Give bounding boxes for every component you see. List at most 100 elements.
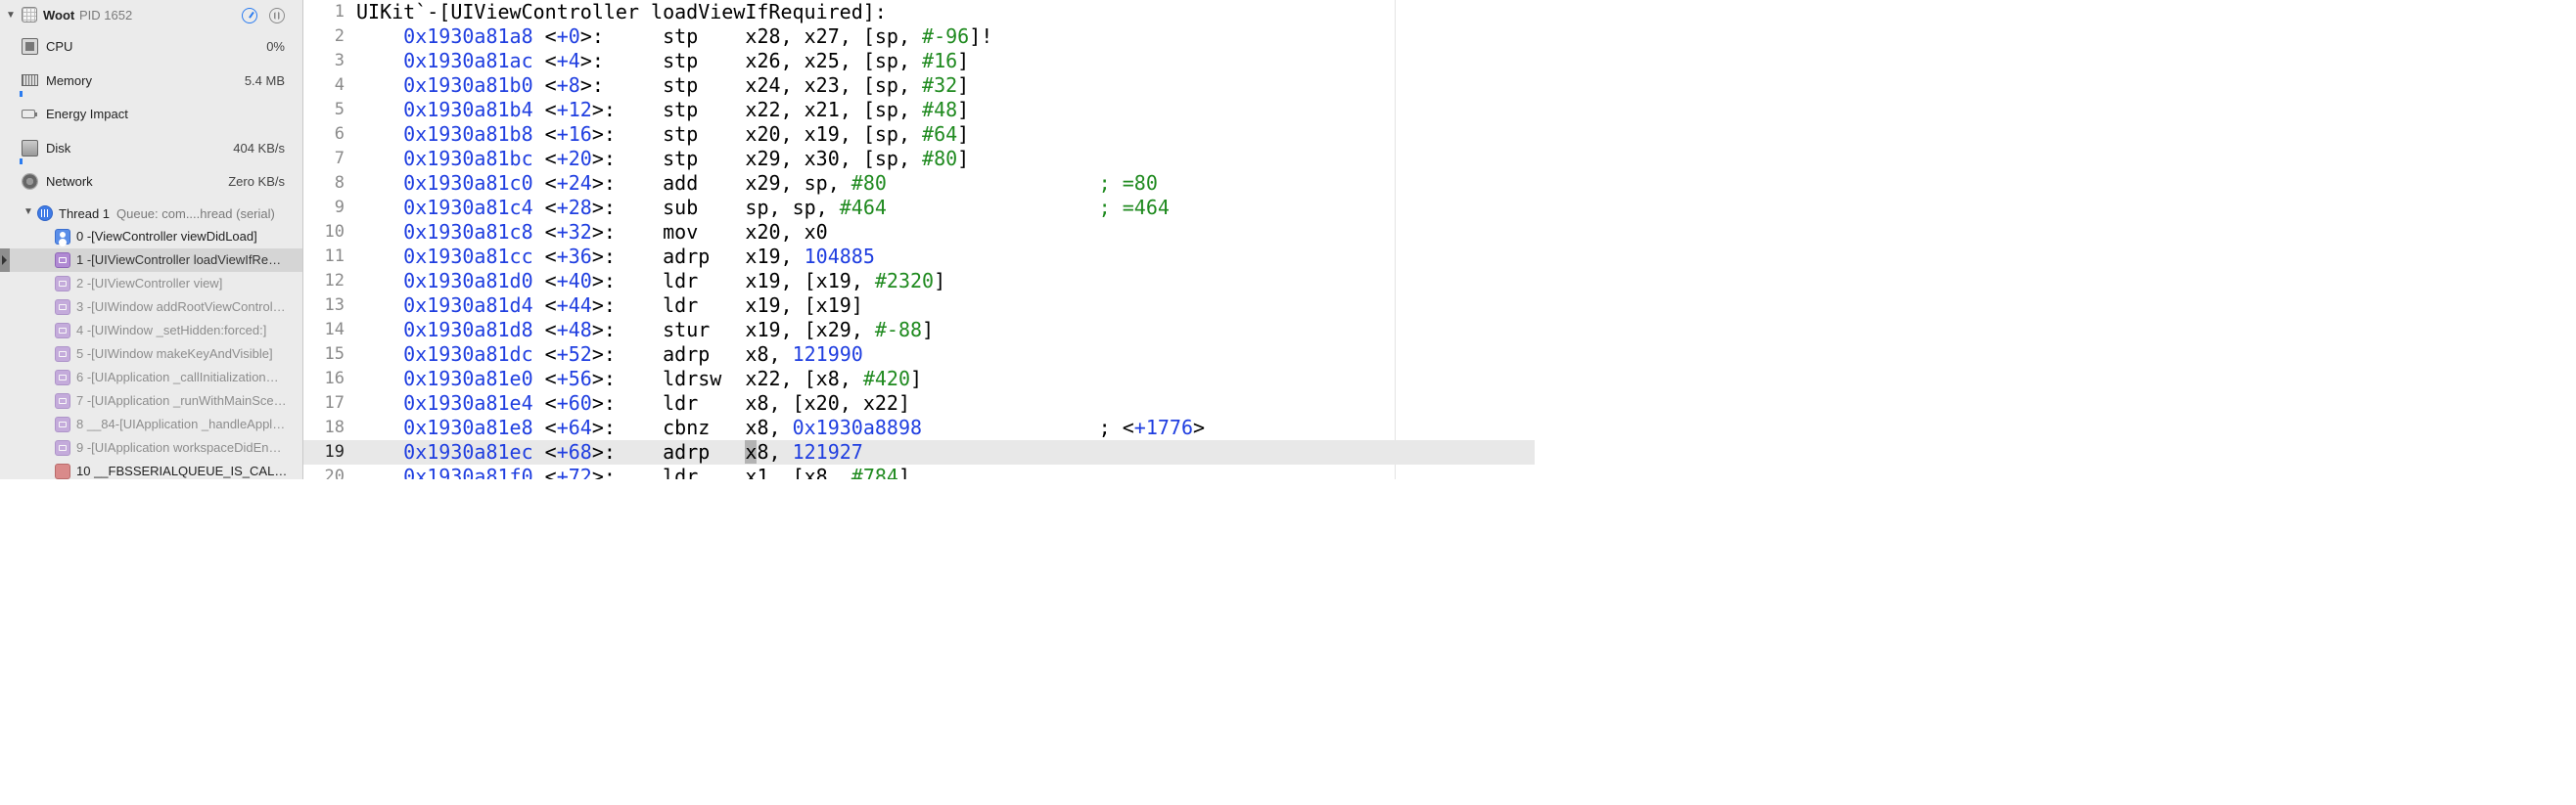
thread-view-icon[interactable] [269, 8, 285, 23]
stack-frame-row[interactable]: 0 -[ViewController viewDidLoad] [0, 225, 302, 248]
code-line[interactable]: 4 0x1930a81b0 <+8>: stp x24, x23, [sp, #… [303, 73, 1535, 98]
code-line[interactable]: 1 UIKit`-[UIViewController loadViewIfRequ… [303, 0, 1535, 24]
stack-frame-row[interactable]: 2 -[UIViewController view] [0, 272, 302, 295]
operand: x22, [x8, [745, 367, 863, 390]
process-pid: PID 1652 [79, 8, 133, 22]
line-number[interactable]: 7 [303, 147, 345, 171]
disassembly-editor[interactable]: 1 UIKit`-[UIViewController loadViewIfRequ… [303, 0, 1535, 479]
code-line[interactable]: 14 0x1930a81d8 <+48>: stur x19, [x29, #-… [303, 318, 1535, 342]
line-number[interactable]: 16 [303, 367, 345, 391]
line-number[interactable]: 13 [303, 293, 345, 318]
line-number[interactable]: 3 [303, 49, 345, 73]
user-code-icon [55, 229, 70, 245]
operand: x22, x21, [sp, [745, 98, 923, 121]
operand: x8, [745, 416, 793, 439]
operand: 0x1930a8898 [792, 416, 923, 439]
stack-frame-row[interactable]: 1 -[UIViewController loadViewIfRequired] [0, 248, 302, 272]
code-line[interactable]: 11 0x1930a81cc <+36>: adrp x19, 104885 [303, 245, 1535, 269]
mnemonic: ldr [663, 391, 746, 415]
function-header: UIKit`-[UIViewController loadViewIfRequi… [356, 0, 887, 23]
offset-bracket: < [544, 367, 557, 390]
code-line[interactable]: 8 0x1930a81c0 <+24>: add x29, sp, #80 ; … [303, 171, 1535, 196]
thread-row[interactable]: ▼ Thread 1 Queue: com....hread (serial) [0, 201, 302, 225]
code-line[interactable]: 5 0x1930a81b4 <+12>: stp x22, x21, [sp, … [303, 98, 1535, 122]
stack-frame-row[interactable]: 3 -[UIWindow addRootViewControllerViewIf… [0, 295, 302, 319]
line-number[interactable]: 1 [303, 0, 345, 24]
offset-value: +28 [556, 196, 592, 219]
code-line[interactable]: 7 0x1930a81bc <+20>: stp x29, x30, [sp, … [303, 147, 1535, 171]
code-line[interactable]: 9 0x1930a81c4 <+28>: sub sp, sp, #464 ; … [303, 196, 1535, 220]
instruction-offset: <+24>: [545, 171, 616, 195]
code-line[interactable]: 3 0x1930a81ac <+4>: stp x26, x25, [sp, #… [303, 49, 1535, 73]
comment: ; =80 [1098, 171, 1158, 195]
line-number[interactable]: 14 [303, 318, 345, 342]
code-line[interactable]: 2 0x1930a81a8 <+0>: stp x28, x27, [sp, #… [303, 24, 1535, 49]
code-line[interactable]: 16 0x1930a81e0 <+56>: ldrsw x22, [x8, #4… [303, 367, 1535, 391]
line-number[interactable]: 10 [303, 220, 345, 245]
debug-gauges-icon[interactable] [242, 8, 257, 23]
code-line[interactable]: 18 0x1930a81e8 <+64>: cbnz x8, 0x1930a88… [303, 416, 1535, 440]
gauge-memory[interactable]: Memory 5.4 MB [0, 64, 302, 97]
gauge-energy[interactable]: Energy Impact [0, 97, 302, 130]
instruction-offset: <+16>: [545, 122, 616, 146]
stack-frame-row[interactable]: 7 -[UIApplication _runWithMainScene:tran… [0, 389, 302, 413]
instruction: 0x1930a81d4 <+44>: ldr x19, [x19] [356, 293, 863, 318]
code-line[interactable]: 20 0x1930a81f0 <+72>: ldr x1, [x8, #784] [303, 465, 1535, 479]
gauge-disk[interactable]: Disk 404 KB/s [0, 131, 302, 164]
code-line[interactable]: 17 0x1930a81e4 <+60>: ldr x8, [x20, x22] [303, 391, 1535, 416]
line-number[interactable]: 12 [303, 269, 345, 293]
framework-icon [55, 346, 70, 362]
process-row[interactable]: ▼ Woot PID 1652 [0, 0, 302, 32]
line-number[interactable]: 20 [303, 465, 345, 479]
line-number[interactable]: 6 [303, 122, 345, 147]
stack-frame-row[interactable]: 4 -[UIWindow _setHidden:forced:] [0, 319, 302, 342]
code-line[interactable]: 6 0x1930a81b8 <+16>: stp x20, x19, [sp, … [303, 122, 1535, 147]
line-number[interactable]: 15 [303, 342, 345, 367]
stack-frame-row[interactable]: 6 -[UIApplication _callInitializationDel… [0, 366, 302, 389]
mnemonic: adrp [663, 342, 746, 366]
operand: x19, [745, 245, 805, 268]
offset-value: +32 [556, 220, 592, 244]
offset-bracket: >: [591, 269, 616, 292]
line-number[interactable]: 17 [303, 391, 345, 416]
thread-queue: Queue: com....hread (serial) [116, 206, 275, 221]
instruction-address: 0x1930a81e0 [403, 367, 533, 390]
disclosure-triangle-icon[interactable]: ▼ [6, 10, 16, 21]
line-number[interactable]: 4 [303, 73, 345, 98]
operand: #-88 [874, 318, 923, 341]
gauge-cpu[interactable]: CPU 0% [0, 29, 302, 63]
line-number[interactable]: 18 [303, 416, 345, 440]
stack-frame-row[interactable]: 5 -[UIWindow makeKeyAndVisible] [0, 342, 302, 366]
stack-frame-row[interactable]: 9 -[UIApplication workspaceDidEndTransac… [0, 436, 302, 460]
line-number[interactable]: 8 [303, 171, 345, 196]
disclosure-triangle-icon[interactable]: ▼ [23, 206, 33, 217]
operand: x8, [745, 342, 793, 366]
operand: 121927 [792, 440, 863, 464]
code-line[interactable]: 12 0x1930a81d0 <+40>: ldr x19, [x19, #23… [303, 269, 1535, 293]
line-number[interactable]: 9 [303, 196, 345, 220]
line-number[interactable]: 2 [303, 24, 345, 49]
line-number[interactable]: 5 [303, 98, 345, 122]
code-line[interactable]: 13 0x1930a81d4 <+44>: ldr x19, [x19] [303, 293, 1535, 318]
code-line[interactable]: 10 0x1930a81c8 <+32>: mov x20, x0 [303, 220, 1535, 245]
operand: #64 [922, 122, 958, 146]
stack-frame-row[interactable]: 8 __84-[UIApplication _handleApplication… [0, 413, 302, 436]
operand: x19, [x19, [745, 269, 875, 292]
line-number[interactable]: 11 [303, 245, 345, 269]
stack-frame-row[interactable]: 10 __FBSSERIALQUEUE_IS_CALLING_OUT_TO_A_… [0, 460, 302, 479]
code-line[interactable]: 15 0x1930a81dc <+52>: adrp x8, 121990 [303, 342, 1535, 367]
instruction-offset: <+36>: [545, 245, 616, 268]
instruction-offset: <+72>: [545, 465, 616, 479]
line-number[interactable]: 19 [303, 440, 345, 465]
code-line[interactable]: 19 0x1930a81ec <+68>: adrp x8, 121927 [303, 440, 1535, 465]
offset-value: +68 [556, 440, 592, 464]
gauge-network[interactable]: Network Zero KB/s [0, 164, 302, 198]
